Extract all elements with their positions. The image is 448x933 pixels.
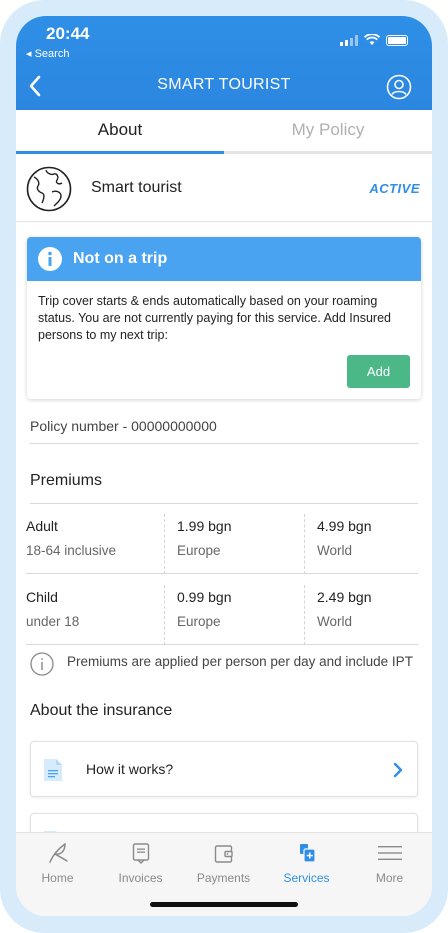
divider: [26, 573, 418, 574]
trip-status-text: Trip cover starts & ends automatically b…: [38, 294, 391, 342]
europe-label: Europe: [177, 614, 221, 629]
tabbar-home-label: Home: [41, 871, 74, 885]
premium-note: Premiums are applied per person per day …: [30, 652, 422, 676]
europe-price: 0.99 bgn: [177, 589, 232, 605]
world-price: 2.49 bgn: [317, 589, 372, 605]
info-icon: [38, 247, 62, 271]
battery-icon: [386, 34, 408, 46]
world-label: World: [317, 543, 353, 558]
trip-status-header: Not on a trip: [27, 237, 421, 281]
world-label: World: [317, 614, 353, 629]
policy-number: Policy number - 00000000000: [30, 418, 418, 444]
service-summary: Smart tourist ACTIVE: [16, 154, 432, 222]
divider: [26, 644, 418, 645]
europe-price: 1.99 bgn: [177, 518, 232, 534]
home-indicator: [150, 902, 298, 907]
wallet-icon: [214, 845, 233, 863]
premium-age-range: under 18: [26, 614, 80, 629]
info-outline-icon: [30, 652, 54, 676]
trip-status-title: Not on a trip: [73, 250, 168, 267]
signal-icon: [340, 34, 358, 46]
about-heading: About the insurance: [30, 702, 173, 719]
menu-icon: [377, 846, 402, 860]
globe-icon: [26, 166, 72, 212]
how-it-works-item[interactable]: How it works?: [30, 741, 418, 797]
tabbar-invoices-label: Invoices: [118, 871, 163, 885]
phone-frame: 20:44 ◂ Search SMART TOURIST About My Po…: [0, 0, 448, 933]
tabbar-more[interactable]: More: [348, 841, 431, 885]
divider: [30, 503, 418, 504]
invoice-icon: [132, 843, 149, 864]
page-title: SMART TOURIST: [157, 76, 291, 93]
add-insured-button[interactable]: Add: [347, 355, 410, 388]
tabbar-services[interactable]: Services: [265, 841, 348, 885]
premium-age-range: 18-64 inclusive: [26, 543, 117, 558]
premium-note-text: Premiums are applied per person per day …: [67, 654, 413, 669]
status-badge: ACTIVE: [369, 181, 420, 196]
document-icon: [44, 759, 62, 781]
wifi-icon: [364, 34, 380, 45]
profile-icon[interactable]: [386, 74, 412, 100]
tab-about[interactable]: About: [16, 120, 224, 140]
how-it-works-label: How it works?: [86, 761, 174, 777]
tab-my-policy[interactable]: My Policy: [224, 120, 432, 140]
tabbar-services-label: Services: [283, 871, 330, 885]
app-header: 20:44 ◂ Search SMART TOURIST: [16, 16, 432, 110]
tab-bar: About My Policy: [16, 110, 432, 154]
app-screen: 20:44 ◂ Search SMART TOURIST About My Po…: [16, 16, 432, 916]
services-icon: [299, 844, 316, 863]
premium-category: Child: [26, 589, 58, 605]
home-icon: [48, 843, 68, 863]
tabbar-more-label: More: [375, 871, 404, 885]
premium-category: Adult: [26, 518, 58, 534]
premiums-heading: Premiums: [30, 472, 103, 489]
chevron-right-icon: [393, 762, 403, 778]
tabbar-payments[interactable]: Payments: [182, 841, 265, 885]
europe-label: Europe: [177, 543, 221, 558]
status-back-link[interactable]: ◂ Search: [26, 47, 69, 60]
tabbar-home[interactable]: Home: [16, 841, 99, 885]
tabbar-invoices[interactable]: Invoices: [99, 841, 182, 885]
status-time: 20:44: [46, 24, 90, 43]
trip-status-card: Not on a trip Trip cover starts & ends a…: [27, 237, 421, 399]
service-name: Smart tourist: [91, 179, 182, 196]
world-price: 4.99 bgn: [317, 518, 372, 534]
status-icons: [340, 34, 408, 46]
tabbar-payments-label: Payments: [196, 871, 251, 885]
